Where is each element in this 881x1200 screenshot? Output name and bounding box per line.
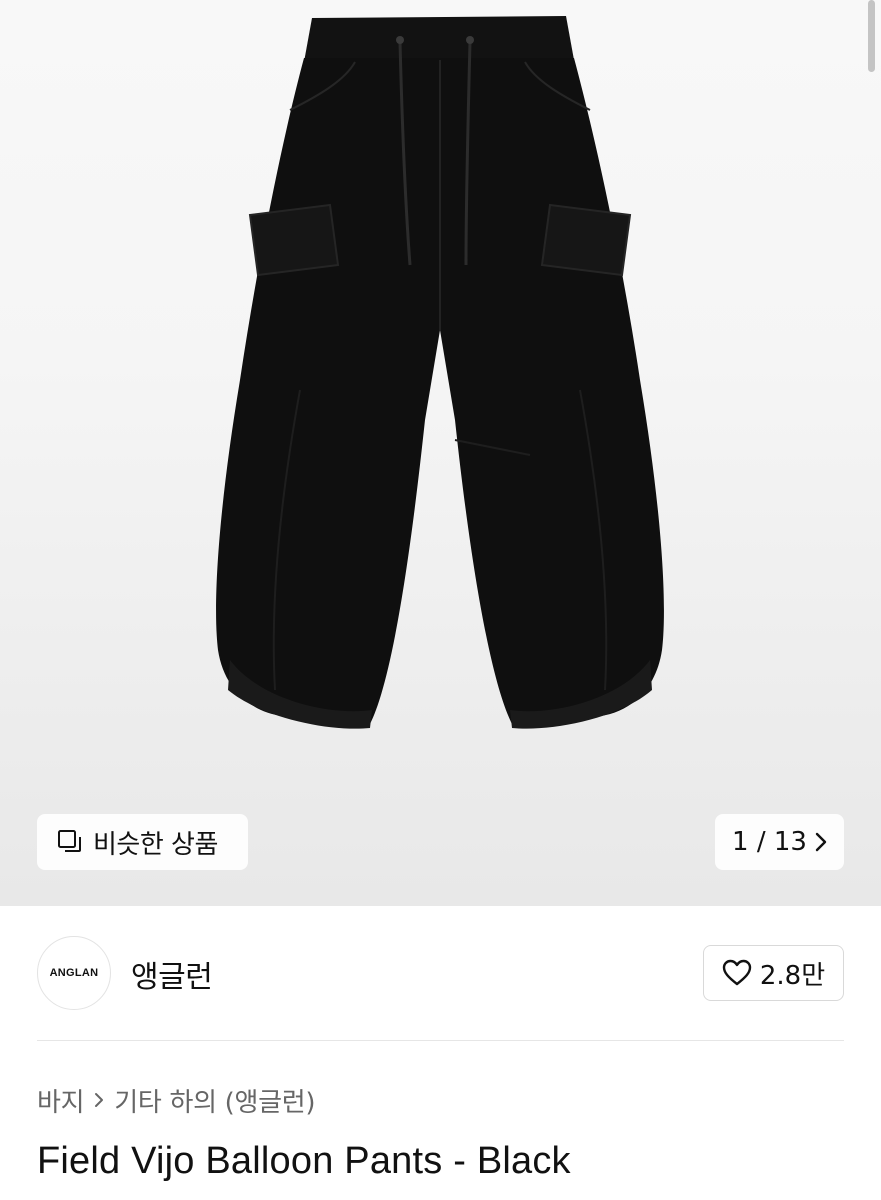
shop-avatar[interactable]: ANGLAN <box>37 936 111 1010</box>
copy-icon <box>58 830 81 852</box>
like-count: 2.8만 <box>759 960 826 991</box>
section-divider <box>37 1040 844 1041</box>
image-page-counter[interactable]: 1 / 13 <box>715 814 844 870</box>
chevron-right-icon <box>95 1093 104 1107</box>
shop-name[interactable]: 앵글런 <box>131 952 213 996</box>
product-image[interactable] <box>0 0 881 906</box>
product-title: Field Vijo Balloon Pants - Black <box>37 1140 571 1182</box>
breadcrumb-category[interactable]: 바지 <box>37 1082 85 1119</box>
like-button[interactable]: 2.8만 <box>703 945 844 1001</box>
chevron-right-icon <box>815 832 827 852</box>
shop-info-row: ANGLAN 앵글런 2.8만 <box>37 934 844 1012</box>
scroll-indicator <box>868 0 875 72</box>
breadcrumb-subcategory[interactable]: 기타 하의 (앵글런) <box>114 1082 315 1119</box>
similar-products-button[interactable]: 비슷한 상품 <box>37 814 248 870</box>
similar-products-label: 비슷한 상품 <box>93 829 218 860</box>
shop-logo-text: ANGLAN <box>49 967 99 979</box>
breadcrumb: 바지 기타 하의 (앵글런) <box>37 1080 316 1120</box>
heart-outline-icon <box>722 959 752 986</box>
page-counter-label: 1 / 13 <box>732 827 807 857</box>
product-image-gallery[interactable]: 비슷한 상품 1 / 13 <box>0 0 881 906</box>
